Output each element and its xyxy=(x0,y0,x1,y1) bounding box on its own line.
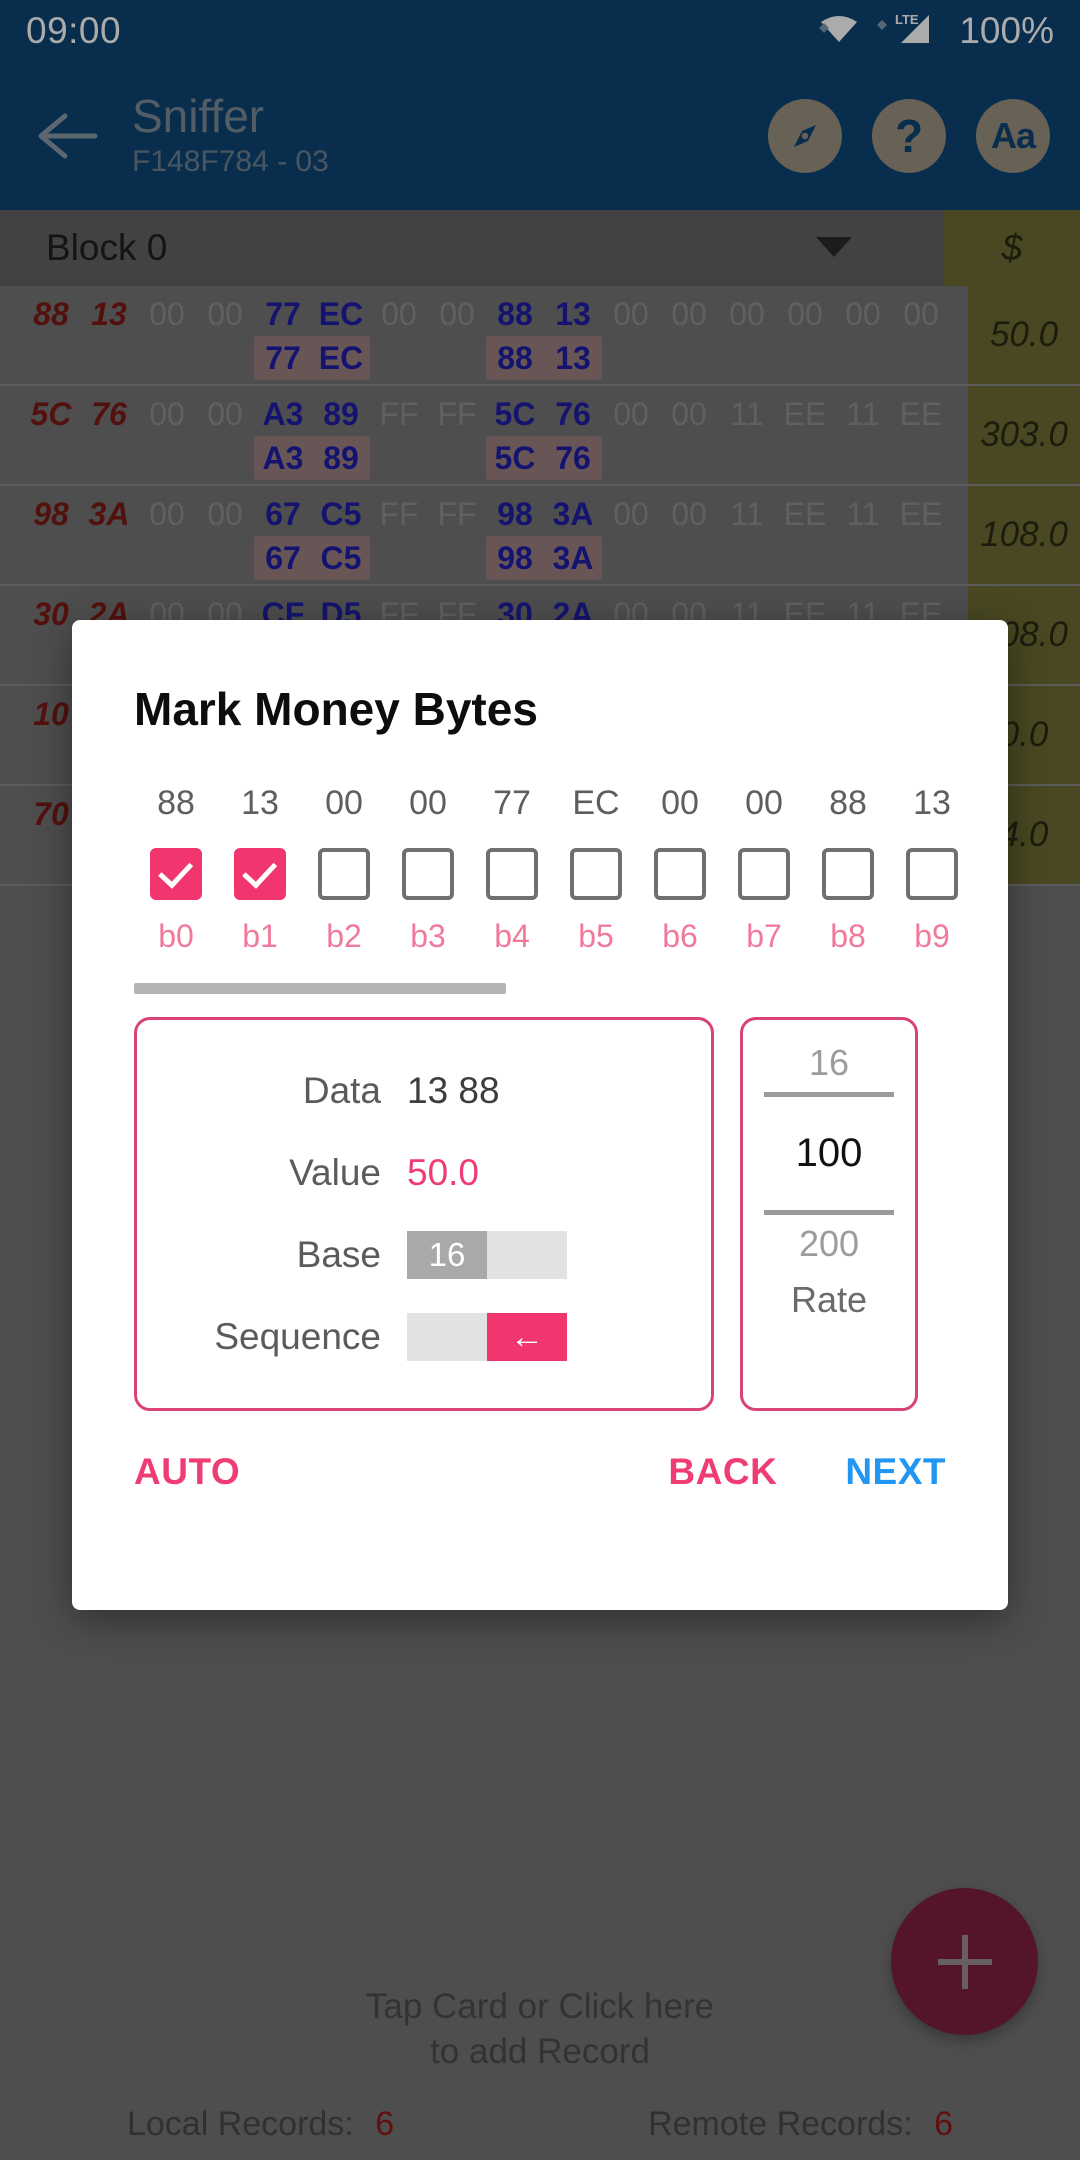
byte-hex-value: 00 xyxy=(745,784,783,822)
byte-hex-value: 77 xyxy=(493,784,531,822)
byte-checkbox[interactable] xyxy=(738,848,790,900)
rate-picker[interactable]: 16 100 200 Rate xyxy=(740,1017,918,1411)
rate-divider-top xyxy=(764,1092,894,1097)
dialog-panels: Data 13 88 Value 50.0 Base 16 Sequence ←… xyxy=(72,983,1008,1411)
mark-money-bytes-dialog: Mark Money Bytes 88 b0 13 b1 00 b2 00 b3 77 b4 EC b… xyxy=(72,620,1008,1610)
base-option-selected[interactable]: 16 xyxy=(407,1231,487,1279)
byte-hex-value: 00 xyxy=(661,784,699,822)
byte-index-label: b1 xyxy=(242,918,278,954)
base-toggle[interactable]: 16 xyxy=(407,1231,567,1279)
data-value: 13 88 xyxy=(407,1070,500,1111)
byte-checkbox[interactable] xyxy=(654,848,706,900)
byte-hex-value: 00 xyxy=(325,784,363,822)
auto-button[interactable]: AUTO xyxy=(134,1451,240,1493)
rate-label: Rate xyxy=(790,1279,868,1320)
byte-index-label: b7 xyxy=(746,918,782,954)
byte-index-label: b5 xyxy=(578,918,614,954)
next-button[interactable]: NEXT xyxy=(845,1451,946,1493)
back-button-dialog[interactable]: BACK xyxy=(668,1451,777,1493)
byte-hex-value: 88 xyxy=(829,784,867,822)
base-row: Base 16 xyxy=(137,1214,711,1296)
byte-checkbox[interactable] xyxy=(150,848,202,900)
byte-hex-value: 13 xyxy=(913,784,951,822)
byte-index-label: b6 xyxy=(662,918,698,954)
byte-selector[interactable]: 88 b0 13 b1 00 b2 00 b3 77 b4 EC b5 00 b6 00 b7 88 b8 13 b9 xyxy=(72,784,1008,955)
base-option-other[interactable] xyxy=(487,1231,567,1279)
sequence-row: Sequence ← xyxy=(137,1296,711,1378)
byte-index-label: b3 xyxy=(410,918,446,954)
value-value: 50.0 xyxy=(407,1152,480,1193)
byte-column: EC b5 xyxy=(554,784,638,955)
byte-checkbox[interactable] xyxy=(234,848,286,900)
byte-checkbox[interactable] xyxy=(486,848,538,900)
rate-divider-bottom xyxy=(764,1210,894,1215)
byte-column: 88 b8 xyxy=(806,784,890,955)
byte-checkbox[interactable] xyxy=(906,848,958,900)
byte-column: 00 b2 xyxy=(302,784,386,955)
byte-checkbox[interactable] xyxy=(318,848,370,900)
byte-column: 00 b7 xyxy=(722,784,806,955)
byte-index-label: b4 xyxy=(494,918,530,954)
data-row: Data 13 88 xyxy=(137,1050,711,1132)
byte-column: 77 b4 xyxy=(470,784,554,955)
byte-column: 88 b0 xyxy=(134,784,218,955)
byte-column: 00 b6 xyxy=(638,784,722,955)
sequence-toggle[interactable]: ← xyxy=(407,1313,567,1361)
byte-column: 13 b9 xyxy=(890,784,974,955)
byte-column: 00 b3 xyxy=(386,784,470,955)
dialog-title: Mark Money Bytes xyxy=(134,683,538,735)
value-row: Value 50.0 xyxy=(137,1132,711,1214)
byte-hex-value: 00 xyxy=(409,784,447,822)
byte-column: 13 b1 xyxy=(218,784,302,955)
dialog-actions: AUTO BACK NEXT xyxy=(72,1411,1008,1493)
data-label: Data xyxy=(302,1070,381,1111)
rate-option-above[interactable]: 16 xyxy=(809,1042,849,1084)
byte-index-label: b2 xyxy=(326,918,362,954)
app-screen: 09:00 LTE 100% Sniffer F148F784 - 03 ? A… xyxy=(0,0,1080,2160)
byte-hex-value: EC xyxy=(572,784,620,822)
byte-checkbox[interactable] xyxy=(570,848,622,900)
info-panel: Data 13 88 Value 50.0 Base 16 Sequence ← xyxy=(134,1017,714,1411)
byte-checkbox[interactable] xyxy=(822,848,874,900)
sequence-label: Sequence xyxy=(214,1316,381,1357)
byte-index-label: b9 xyxy=(914,918,950,954)
byte-hex-value: 13 xyxy=(241,784,279,822)
rate-option-below[interactable]: 200 xyxy=(799,1223,859,1265)
sequence-option-forward[interactable] xyxy=(407,1313,487,1361)
value-label: Value xyxy=(289,1152,381,1193)
rate-current[interactable]: 100 xyxy=(796,1131,863,1176)
byte-checkbox[interactable] xyxy=(402,848,454,900)
byte-hex-value: 88 xyxy=(157,784,195,822)
byte-index-label: b0 xyxy=(158,918,194,954)
arrow-left-icon[interactable]: ← xyxy=(487,1313,567,1361)
base-label: Base xyxy=(296,1234,381,1275)
byte-index-label: b8 xyxy=(830,918,866,954)
